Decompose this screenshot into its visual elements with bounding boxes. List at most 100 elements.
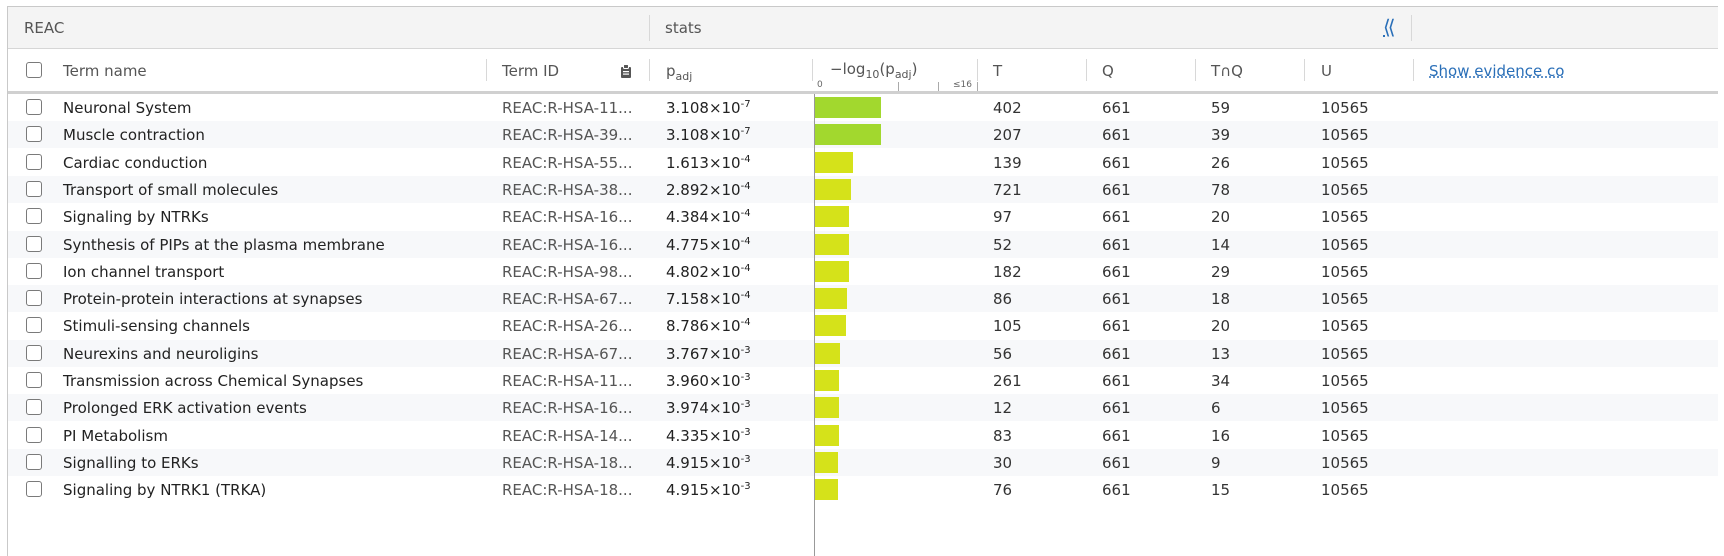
padj-mantissa: 3.974×10 <box>666 399 741 417</box>
column-padj[interactable]: padj <box>666 62 692 83</box>
table-row[interactable]: Stimuli-sensing channels REAC:R-HSA-26...… <box>8 312 1718 339</box>
term-id-link[interactable]: REAC:R-HSA-55... <box>502 154 632 172</box>
term-name[interactable]: Signaling by NTRKs <box>63 208 209 226</box>
column-t[interactable]: T <box>993 62 1002 80</box>
column-t-intersect-q[interactable]: T∩Q <box>1211 62 1243 80</box>
term-name[interactable]: Synthesis of PIPs at the plasma membrane <box>63 236 385 254</box>
term-name[interactable]: Muscle contraction <box>63 126 205 144</box>
significance-bar <box>815 315 846 336</box>
padj-exponent: -4 <box>740 263 751 274</box>
term-id-link[interactable]: REAC:R-HSA-67... <box>502 290 632 308</box>
significance-bar <box>815 343 840 364</box>
term-name[interactable]: Protein-protein interactions at synapses <box>63 290 362 308</box>
row-checkbox[interactable] <box>26 345 42 361</box>
term-name[interactable]: Signaling by NTRK1 (TRKA) <box>63 481 266 499</box>
term-id-link[interactable]: REAC:R-HSA-38... <box>502 181 632 199</box>
table-row[interactable]: Transport of small molecules REAC:R-HSA-3… <box>8 176 1718 203</box>
padj-value: 4.915×10-3 <box>666 481 751 499</box>
table-row[interactable]: Ion channel transport REAC:R-HSA-98... 4.8… <box>8 258 1718 285</box>
term-id-link[interactable]: REAC:R-HSA-11... <box>502 99 632 117</box>
row-checkbox[interactable] <box>26 126 42 142</box>
term-id-link[interactable]: REAC:R-HSA-16... <box>502 399 632 417</box>
term-id-link[interactable]: REAC:R-HSA-16... <box>502 208 632 226</box>
padj-mantissa: 3.767×10 <box>666 345 741 363</box>
term-name[interactable]: Neuronal System <box>63 99 192 117</box>
term-name[interactable]: Transport of small molecules <box>63 181 278 199</box>
axis-tick-mark <box>898 82 899 91</box>
row-checkbox[interactable] <box>26 99 42 115</box>
padj-value: 2.892×10-4 <box>666 181 751 199</box>
select-all-checkbox[interactable] <box>26 62 42 78</box>
row-checkbox[interactable] <box>26 263 42 279</box>
table-row[interactable]: Synthesis of PIPs at the plasma membrane… <box>8 231 1718 258</box>
table-row[interactable]: Prolonged ERK activation events REAC:R-HS… <box>8 394 1718 421</box>
table-row[interactable]: PI Metabolism REAC:R-HSA-14... 4.335×10-3 8… <box>8 422 1718 449</box>
column-q[interactable]: Q <box>1102 62 1114 80</box>
row-checkbox[interactable] <box>26 317 42 333</box>
padj-value: 7.158×10-4 <box>666 290 751 308</box>
show-evidence-link[interactable]: Show evidence co <box>1429 62 1564 80</box>
term-id-link[interactable]: REAC:R-HSA-98... <box>502 263 632 281</box>
column-neglog10-padj[interactable]: −log10(padj) 0 ≤16 <box>815 49 979 91</box>
q-value: 661 <box>1102 454 1131 472</box>
row-checkbox[interactable] <box>26 236 42 252</box>
term-id-link[interactable]: REAC:R-HSA-39... <box>502 126 632 144</box>
padj-value: 4.335×10-3 <box>666 427 751 445</box>
term-id-link[interactable]: REAC:R-HSA-26... <box>502 317 632 335</box>
neglog-base: 10 <box>865 68 880 81</box>
q-value: 661 <box>1102 345 1131 363</box>
t-value: 207 <box>993 126 1022 144</box>
q-value: 661 <box>1102 263 1131 281</box>
u-value: 10565 <box>1321 181 1369 199</box>
term-id-link[interactable]: REAC:R-HSA-11... <box>502 372 632 390</box>
table-row[interactable]: Protein-protein interactions at synapses… <box>8 285 1718 312</box>
intersection-value: 26 <box>1211 154 1231 172</box>
table-row[interactable]: Transmission across Chemical Synapses REA… <box>8 367 1718 394</box>
padj-value: 1.613×10-4 <box>666 154 751 172</box>
row-checkbox[interactable] <box>26 481 42 497</box>
term-name[interactable]: Neurexins and neuroligins <box>63 345 258 363</box>
term-name[interactable]: PI Metabolism <box>63 427 168 445</box>
term-id-link[interactable]: REAC:R-HSA-16... <box>502 236 632 254</box>
table-row[interactable]: Neurexins and neuroligins REAC:R-HSA-67..… <box>8 340 1718 367</box>
neglog-close: ) <box>911 60 918 78</box>
term-name[interactable]: Stimuli-sensing channels <box>63 317 250 335</box>
table-row[interactable]: Muscle contraction REAC:R-HSA-39... 3.108×… <box>8 121 1718 148</box>
term-id-link[interactable]: REAC:R-HSA-18... <box>502 481 632 499</box>
row-checkbox[interactable] <box>26 399 42 415</box>
row-checkbox[interactable] <box>26 454 42 470</box>
term-name[interactable]: Prolonged ERK activation events <box>63 399 307 417</box>
table-row[interactable]: Neuronal System REAC:R-HSA-11... 3.108×10-… <box>8 94 1718 121</box>
column-u[interactable]: U <box>1321 62 1332 80</box>
column-term-id[interactable]: Term ID <box>502 62 559 80</box>
padj-mantissa: 7.158×10 <box>666 290 741 308</box>
table-row[interactable]: Signaling by NTRK1 (TRKA) REAC:R-HSA-18..… <box>8 476 1718 503</box>
term-id-link[interactable]: REAC:R-HSA-14... <box>502 427 632 445</box>
term-name[interactable]: Ion channel transport <box>63 263 224 281</box>
q-value: 661 <box>1102 481 1131 499</box>
term-id-link[interactable]: REAC:R-HSA-18... <box>502 454 632 472</box>
axis-tick-mark <box>977 82 978 91</box>
divider <box>649 15 650 41</box>
row-checkbox[interactable] <box>26 208 42 224</box>
clipboard-icon[interactable] <box>618 63 634 79</box>
table-row[interactable]: Cardiac conduction REAC:R-HSA-55... 1.613×… <box>8 149 1718 176</box>
column-term-name[interactable]: Term name <box>63 62 147 80</box>
row-checkbox[interactable] <box>26 154 42 170</box>
significance-bar <box>815 234 849 255</box>
row-checkbox[interactable] <box>26 372 42 388</box>
padj-exponent: -7 <box>740 99 751 110</box>
table-row[interactable]: Signaling by NTRKs REAC:R-HSA-16... 4.384×… <box>8 203 1718 230</box>
term-name[interactable]: Transmission across Chemical Synapses <box>63 372 363 390</box>
double-chevron-left-icon[interactable]: ⟨⟨ <box>1383 15 1395 39</box>
table-row[interactable]: Signalling to ERKs REAC:R-HSA-18... 4.915×… <box>8 449 1718 476</box>
axis-tick-max: ≤16 <box>953 80 972 90</box>
row-checkbox[interactable] <box>26 290 42 306</box>
term-name[interactable]: Signalling to ERKs <box>63 454 199 472</box>
term-id-link[interactable]: REAC:R-HSA-67... <box>502 345 632 363</box>
row-checkbox[interactable] <box>26 181 42 197</box>
t-value: 97 <box>993 208 1013 226</box>
u-value: 10565 <box>1321 481 1369 499</box>
term-name[interactable]: Cardiac conduction <box>63 154 207 172</box>
row-checkbox[interactable] <box>26 427 42 443</box>
